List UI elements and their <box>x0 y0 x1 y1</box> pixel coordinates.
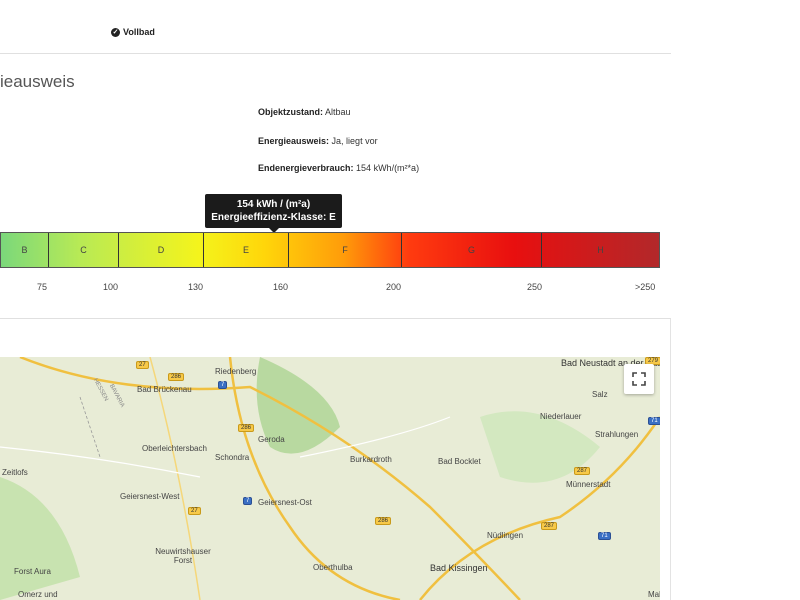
map-label: Burkardroth <box>350 455 392 464</box>
map-label: Neuwirtshauser Forst <box>155 547 211 565</box>
map-label: Geroda <box>258 435 285 444</box>
road-shield: 7 <box>243 497 253 505</box>
energy-class-d: D <box>119 233 204 267</box>
map-label: Niederlauer <box>540 412 582 421</box>
scale-label: 130 <box>188 282 204 292</box>
info-objektzustand: Objektzustand: Altbau <box>258 107 351 117</box>
info-label: Energieausweis: <box>258 136 330 146</box>
road-shield: 287 <box>541 522 558 530</box>
map-label: Strahlungen <box>595 430 639 439</box>
energy-card: ieausweis Objektzustand: Altbau Energiea… <box>0 54 671 319</box>
map-label: Geiersnest-West <box>120 492 180 501</box>
road-shield: 286 <box>238 424 255 432</box>
scale-label: 200 <box>386 282 402 292</box>
road-shield: 27 <box>136 361 149 369</box>
energy-class-f: F <box>289 233 402 267</box>
section-title: ieausweis <box>0 72 75 91</box>
map-label: Mal <box>648 590 660 599</box>
fullscreen-button[interactable] <box>624 364 654 394</box>
map-label: Münnerstadt <box>566 480 611 489</box>
road-shield: 71 <box>598 532 611 540</box>
map-label: Riedenberg <box>215 367 257 376</box>
features-card: ✓ Vollbad <box>0 0 671 54</box>
energy-class-c: C <box>49 233 119 267</box>
road-shield: 286 <box>375 517 392 525</box>
info-label: Objektzustand: <box>258 107 324 117</box>
tooltip-class: Energieeffizienz-Klasse: E <box>211 212 336 223</box>
map-label: Geiersnest-Ost <box>258 498 312 507</box>
energy-class-g: G <box>402 233 542 267</box>
map-label: Bad Kissingen <box>430 563 488 573</box>
feature-label: Vollbad <box>123 27 155 37</box>
energy-tooltip: 154 kWh / (m²a) Energieeffizienz-Klasse:… <box>205 194 342 233</box>
energy-scale-bar: B C D E F G H <box>0 232 660 268</box>
road-shield: 287 <box>574 467 591 475</box>
road-shield: 71 <box>648 417 660 425</box>
scale-label: 75 <box>37 282 48 292</box>
energy-class-h: H <box>597 245 604 255</box>
info-label: Endenergieverbrauch: <box>258 163 354 173</box>
map-label: Oberleichtersbach <box>142 444 207 453</box>
road-shield: 27 <box>188 507 201 515</box>
info-value: 154 kWh/(m²*a) <box>356 163 420 173</box>
scale-label: 160 <box>273 282 289 292</box>
map-label: Zeitlofs <box>2 468 28 477</box>
check-circle-icon: ✓ <box>111 27 120 37</box>
tooltip-value: 154 kWh / (m²a) <box>236 199 311 210</box>
feature-vollbad: ✓ Vollbad <box>111 27 155 37</box>
road-shield: 286 <box>168 373 185 381</box>
map-label: Schondra <box>215 453 250 462</box>
map-label: Forst Aura <box>14 567 51 576</box>
map-label: Bad Bocklet <box>438 457 481 466</box>
info-value: Ja, liegt vor <box>331 136 378 146</box>
map-label: Bad Brückenau <box>137 385 192 394</box>
fullscreen-icon <box>632 372 646 386</box>
energy-class-b: B <box>1 233 49 267</box>
map-label: Nüdlingen <box>487 531 524 540</box>
map-label: Omerz und <box>18 590 58 599</box>
info-value: Altbau <box>325 107 351 117</box>
info-endenergieverbrauch: Endenergieverbrauch: 154 kWh/(m²*a) <box>258 163 419 173</box>
location-map[interactable]: Bad Neustadt an der Saale Riedenberg Bad… <box>0 357 660 600</box>
map-label: Salz <box>592 390 608 399</box>
energy-class-e: E <box>204 233 289 267</box>
scale-label: 100 <box>103 282 119 292</box>
map-label: Oberthulba <box>313 563 353 572</box>
road-shield: 7 <box>218 381 228 389</box>
scale-label: >250 <box>635 282 656 292</box>
scale-label: 250 <box>527 282 543 292</box>
info-energieausweis: Energieausweis: Ja, liegt vor <box>258 136 378 146</box>
